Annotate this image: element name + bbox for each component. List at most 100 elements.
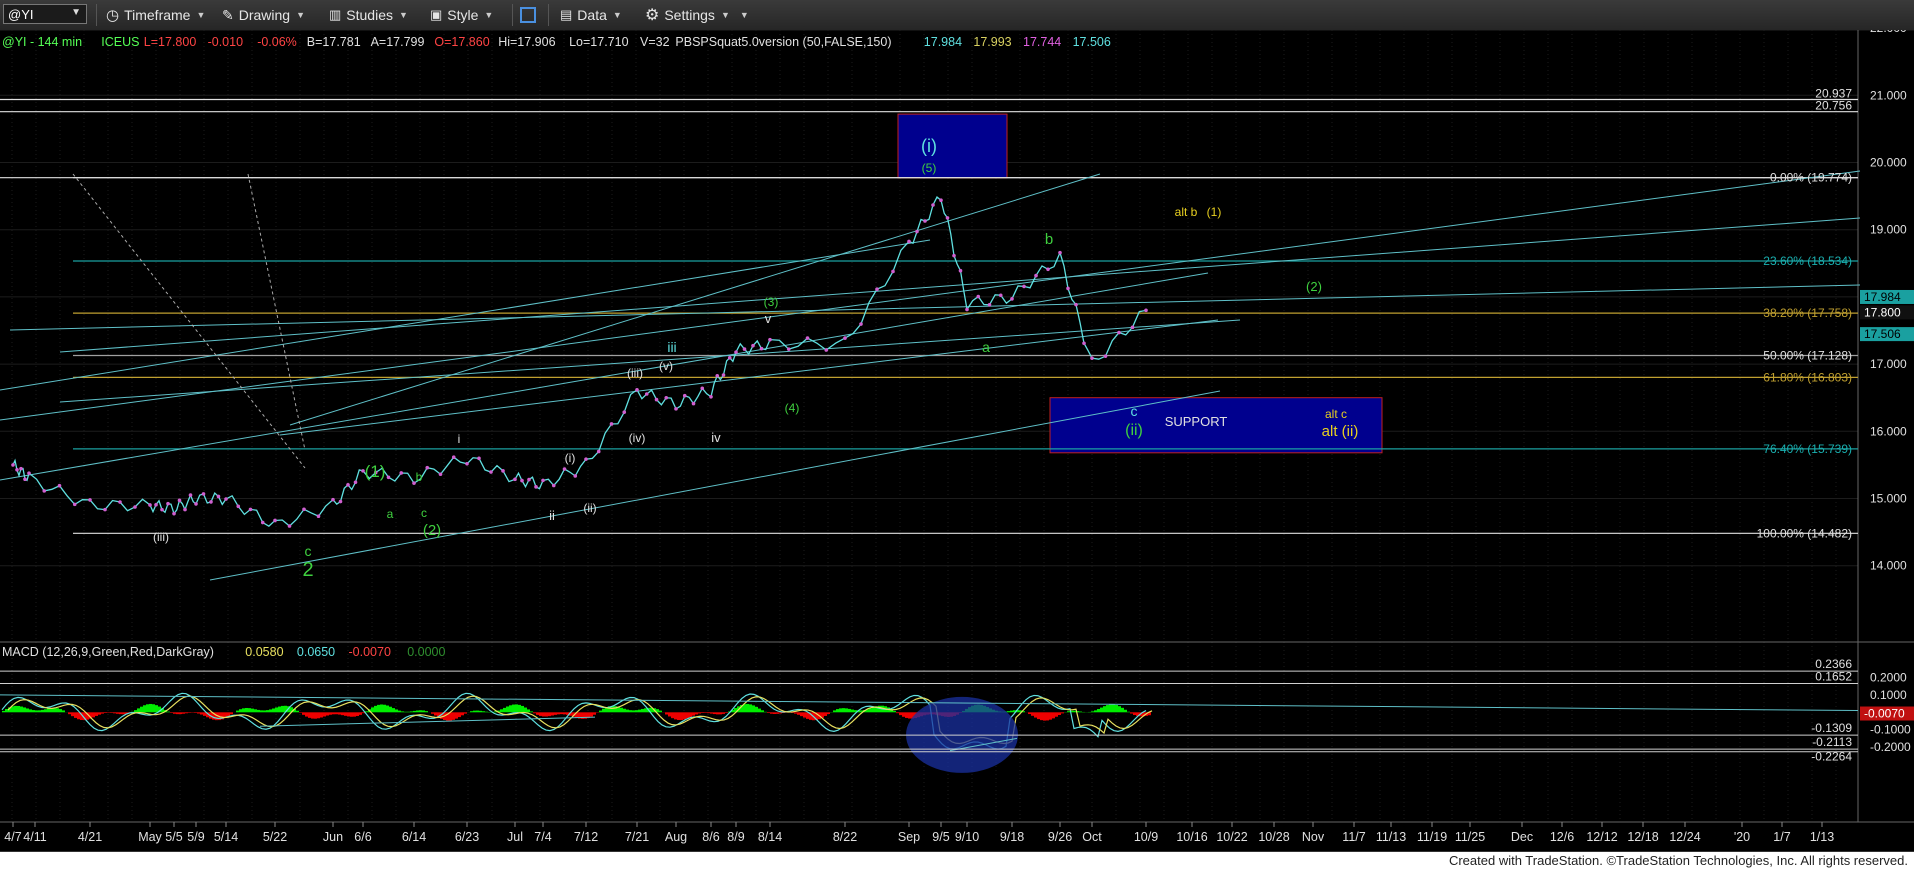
macd-bar <box>41 709 44 713</box>
macd-bar <box>551 712 554 716</box>
macd-bar <box>419 710 422 713</box>
time-axis-label: 5/14 <box>214 830 238 844</box>
header-value: A=17.799 <box>371 35 425 49</box>
macd-bar <box>413 710 416 713</box>
time-axis-label: 11/13 <box>1376 830 1406 844</box>
macd-bar <box>149 703 152 713</box>
macd-bar <box>1007 711 1010 713</box>
time-axis-label: 8/9 <box>727 830 744 844</box>
macd-bar <box>1127 711 1130 713</box>
macd-bar <box>20 706 23 713</box>
macd-bar <box>626 709 629 713</box>
macd-bar <box>1049 712 1052 720</box>
macd-bar <box>326 712 329 716</box>
macd-bar <box>599 710 602 713</box>
layout-button[interactable] <box>520 5 536 25</box>
macd-bar <box>95 712 98 716</box>
price-bar <box>224 497 228 501</box>
wave-label: alt c <box>1325 407 1347 421</box>
price-bar <box>875 287 879 291</box>
wave-label: (v) <box>659 359 673 373</box>
macd-bar <box>560 712 563 715</box>
macd-bar <box>239 709 242 713</box>
time-axis-label: Dec <box>1511 830 1533 844</box>
price-bar <box>72 502 77 507</box>
time-axis-label: Jul <box>507 830 523 844</box>
macd-bar <box>374 705 377 713</box>
time-axis-label: 6/23 <box>455 830 479 844</box>
price-bar <box>513 477 517 482</box>
macd-bar <box>1097 709 1100 713</box>
macd-bar <box>1100 707 1103 713</box>
macd-bar <box>545 712 548 717</box>
price-bar <box>11 463 15 467</box>
macd-header-value: MACD (12,26,9,Green,Red,DarkGray) <box>2 645 214 659</box>
price-bar <box>551 483 556 488</box>
time-axis-label: 10/16 <box>1176 830 1207 844</box>
price-bar <box>316 514 321 519</box>
macd-bar <box>461 712 464 716</box>
macd-bar <box>98 712 101 715</box>
time-axis-label: 7/21 <box>625 830 649 844</box>
macd-bar <box>1061 712 1064 714</box>
chevron-down-icon[interactable]: ▼ <box>71 7 81 18</box>
price-bar <box>177 498 182 503</box>
macd-bar <box>194 712 197 713</box>
wave-label: alt (ii) <box>1322 423 1359 440</box>
style-label: Style <box>447 7 479 23</box>
time-axis-label: Nov <box>1302 830 1325 844</box>
price-chart[interactable]: 0.23660.1652-0.1309-0.2113-0.226422.0002… <box>0 30 1914 852</box>
data-menu[interactable]: ▤ Data ▼ <box>560 5 622 25</box>
macd-bar <box>245 707 248 713</box>
macd-bar <box>56 708 59 713</box>
macd-bar <box>512 704 515 713</box>
price-line <box>12 196 1147 527</box>
macd-bar <box>119 712 122 715</box>
macd-bar <box>425 711 428 713</box>
price-bar <box>477 456 481 461</box>
header-value: 17.506 <box>1073 35 1111 49</box>
header-value: O=17.860 <box>434 35 489 49</box>
macd-bar <box>527 709 530 713</box>
macd-bar <box>329 712 332 715</box>
price-bar <box>1144 308 1148 313</box>
macd-bar <box>320 712 323 718</box>
macd-bar <box>38 710 41 713</box>
drawing-menu[interactable]: ✎ Drawing ▼ <box>222 5 305 25</box>
macd-bar <box>761 710 764 713</box>
wave-label: a <box>387 507 394 521</box>
macd-bar <box>623 708 626 713</box>
macd-bar <box>767 712 770 714</box>
macd-bar <box>281 705 284 713</box>
studies-menu[interactable]: ▥ Studies ▼ <box>329 5 408 25</box>
macd-bar <box>692 712 695 716</box>
macd-bar <box>317 712 320 719</box>
macd-level-label: -0.1309 <box>1811 721 1852 735</box>
price-bar <box>635 387 639 392</box>
macd-bar <box>509 705 512 713</box>
symbol-input[interactable]: @YI ▼ <box>3 4 87 24</box>
macd-bar <box>506 706 509 713</box>
macd-level-label: 0.1652 <box>1815 670 1852 684</box>
timeframe-menu[interactable]: ◷ Timeframe ▼ <box>106 5 205 25</box>
price-bar <box>520 478 524 483</box>
settings-menu[interactable]: ⚙ Settings ▼ ▼ <box>645 5 749 25</box>
macd-bar <box>335 712 338 715</box>
macd-bar <box>641 708 644 713</box>
price-bar <box>859 322 863 326</box>
price-bar <box>216 494 221 499</box>
price-axis-label: 17.000 <box>1870 357 1907 371</box>
time-axis-label: Sep <box>898 830 920 844</box>
wave-label: i <box>458 432 461 446</box>
macd-bar <box>629 710 632 713</box>
price-bar <box>759 346 764 351</box>
style-menu[interactable]: ▣ Style ▼ <box>430 5 493 25</box>
macd-bar <box>122 712 125 715</box>
macd-bar <box>530 711 533 713</box>
price-bar <box>727 356 732 360</box>
macd-bar <box>521 705 524 713</box>
header-value: -0.010 <box>208 35 243 49</box>
price-bar <box>609 422 614 426</box>
price-bar <box>1074 302 1078 307</box>
macd-bar <box>1118 706 1121 713</box>
